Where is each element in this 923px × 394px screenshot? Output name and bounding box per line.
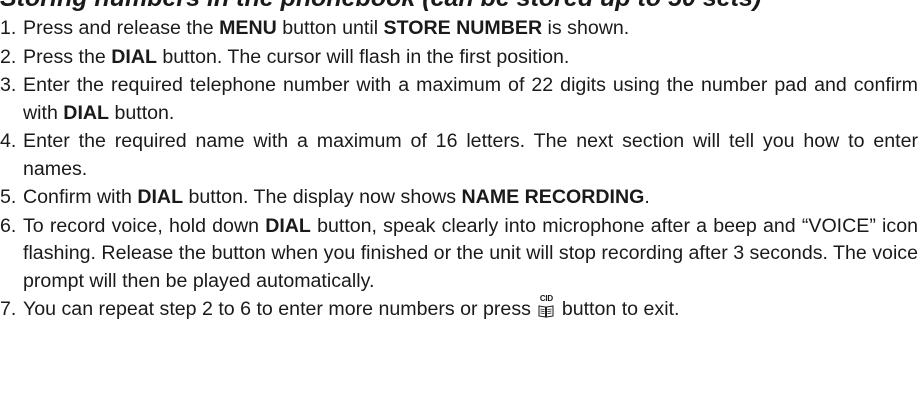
section-heading: Storing numbers in the phonebook (can be…	[0, 0, 761, 13]
step-text: Enter the required name with a maximum o…	[23, 130, 918, 180]
step-text: .	[644, 186, 650, 208]
step-1: 1. Press and release the MENU button unt…	[0, 15, 918, 43]
cid-book-icon: CID	[538, 294, 554, 319]
step-4: 4. Enter the required name with a maximu…	[0, 128, 918, 183]
step-6: 6. To record voice, hold down DIAL butto…	[0, 213, 918, 296]
step-text: button to exit.	[556, 298, 680, 320]
step-text: button.	[109, 101, 175, 124]
step-text: Confirm with	[23, 186, 138, 208]
step-number: 7.	[0, 298, 17, 320]
book-icon	[538, 305, 554, 318]
step-text: button. The cursor will flash in the fir…	[156, 45, 570, 68]
step-text: Press and release the	[23, 17, 220, 39]
name-recording-label: NAME RECORDING	[461, 186, 645, 208]
step-number: 3.	[0, 74, 17, 96]
step-text: is shown.	[542, 17, 630, 39]
step-number: 4.	[0, 130, 17, 152]
dial-button-label: DIAL	[137, 186, 184, 208]
dial-button-label: DIAL	[111, 45, 157, 68]
step-number: 5.	[0, 186, 17, 208]
step-text: You can repeat step 2 to 6 to enter more…	[23, 298, 537, 320]
instruction-list: 1. Press and release the MENU button unt…	[0, 15, 918, 324]
dial-button-label: DIAL	[265, 214, 311, 237]
step-text: button until	[276, 17, 384, 39]
step-3: 3. Enter the required telephone number w…	[0, 72, 918, 127]
step-number: 2.	[0, 45, 17, 68]
store-number-label: STORE NUMBER	[383, 17, 543, 39]
dial-button-label: DIAL	[63, 101, 110, 124]
step-5: 5. Confirm with DIAL button. The display…	[0, 184, 918, 212]
step-2: 2. Press the DIAL button. The cursor wil…	[0, 44, 918, 72]
menu-button-label: MENU	[219, 17, 277, 39]
step-text: To record voice, hold down	[23, 214, 266, 237]
cid-icon-label: CID	[539, 294, 553, 303]
step-number: 1.	[0, 17, 17, 39]
step-text: button. The display now shows	[183, 186, 462, 208]
step-number: 6.	[0, 214, 17, 237]
step-7: 7. You can repeat step 2 to 6 to enter m…	[0, 294, 918, 324]
step-text: Press the	[23, 45, 112, 68]
